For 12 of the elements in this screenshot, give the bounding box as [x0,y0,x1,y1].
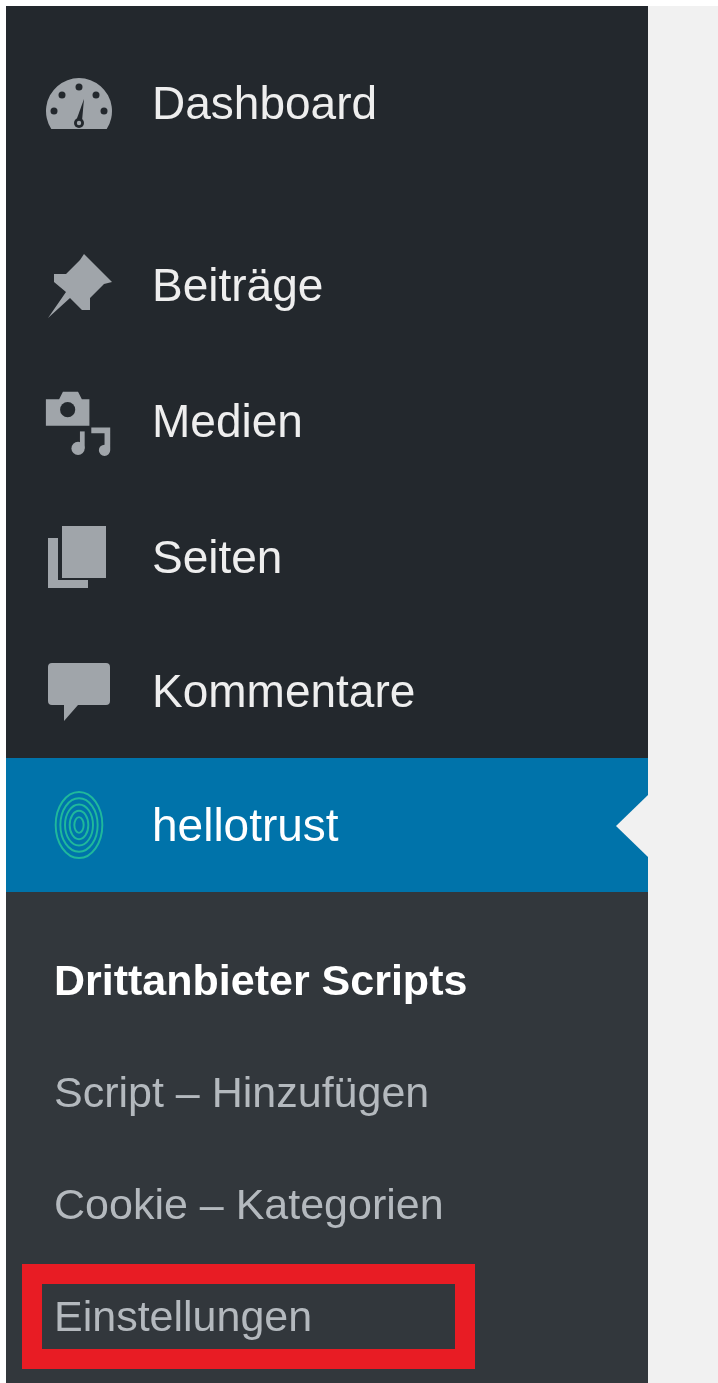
gauge-icon [44,77,114,129]
menu-item[interactable]: Medien [6,353,648,489]
submenu-item[interactable]: Script – Hinzufügen [54,1059,430,1125]
menu-item[interactable]: Kommentare [6,625,648,758]
submenu-item[interactable]: Drittanbieter Scripts [54,947,468,1013]
submenu-item[interactable]: Cookie – Kategorien [54,1171,444,1237]
menu-item[interactable]: hellotrust [6,758,648,892]
active-pointer-icon [616,795,648,857]
menu-item[interactable]: Beiträge [6,217,648,353]
menu-item[interactable]: Dashboard [6,6,648,200]
menu-item[interactable]: Seiten [6,489,648,625]
submenu-item[interactable]: Einstellungen [22,1263,475,1369]
